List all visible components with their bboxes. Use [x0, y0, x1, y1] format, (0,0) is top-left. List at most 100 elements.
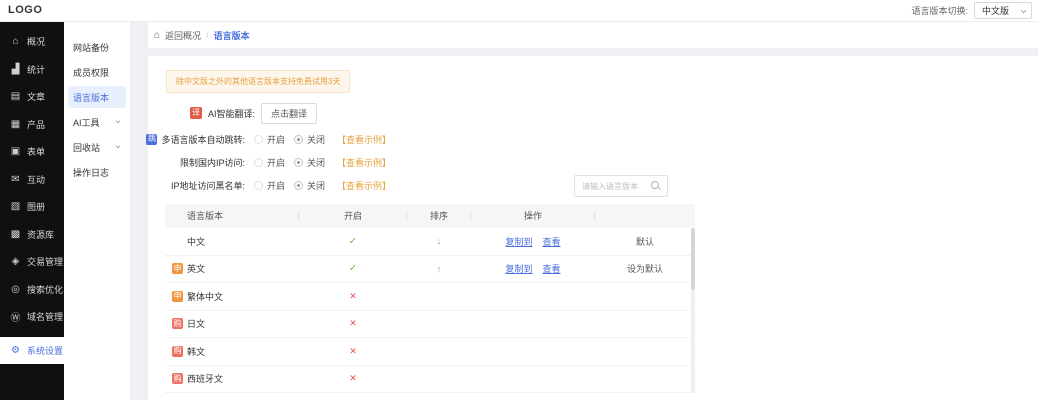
trial-notice-banner: 除中文版之外的其他语言版本支持免费试用3天 [166, 70, 350, 93]
radio-off-label[interactable]: 关闭 [307, 179, 325, 192]
sidebar-item-library[interactable]: ▩ 资源库 [0, 221, 64, 249]
language-name: 繁体中文 [187, 290, 223, 303]
sidebar-item-label: 表单 [27, 145, 45, 158]
radio-on-label[interactable]: 开启 [267, 133, 285, 146]
radio-off-label[interactable]: 关闭 [307, 133, 325, 146]
top-bar: LOGO 语言版本切换: 中文版 [0, 0, 1038, 22]
app-window: LOGO 语言版本切换: 中文版 ⌂概况▟统计▤文章▦产品 ▣ 表单 ✉ 互动 ▧图册 ▩ 资… [0, 0, 1038, 400]
language-switch-label: 语言版本切换: [911, 4, 968, 17]
language-badge-icon: 申 [172, 263, 183, 274]
language-name: 西班牙文 [187, 372, 223, 385]
language-badge-icon: 购 [172, 373, 183, 384]
sidebar-item-albums[interactable]: ▧图册 [0, 193, 64, 221]
table-row: 申英文 ✓↑ 复制到查看 设为默认 [165, 256, 695, 284]
sort-arrow-icon[interactable]: ↑ [407, 264, 471, 274]
disabled-cross-icon: ✕ [299, 318, 407, 329]
disabled-cross-icon: ✕ [299, 373, 407, 384]
home-icon: ⌂ [9, 36, 22, 47]
sidebar-item-label: 互动 [27, 173, 45, 186]
radio-off-limit-cn-ip[interactable] [294, 158, 303, 167]
language-name: 日文 [187, 317, 205, 330]
enabled-check-icon: ✓ [299, 263, 407, 274]
table-header-row: 语言版本开启排序操作 [165, 204, 695, 228]
language-badge-icon: 购 [172, 346, 183, 357]
op-link[interactable]: 查看 [543, 235, 561, 248]
sidebar-item-overview[interactable]: ⌂概况 [0, 28, 64, 56]
briefcase-icon: ◈ [9, 256, 22, 267]
library-icon: ▩ [9, 229, 22, 240]
sidebar-item-products[interactable]: ▦产品 [0, 111, 64, 139]
gear-icon: ⚙ [9, 345, 22, 356]
radio-on-label[interactable]: 开启 [267, 156, 285, 169]
ai-translate-label: AI智能翻译: [208, 107, 255, 120]
sidebar-item-label: 交易管理 [27, 255, 63, 268]
language-switch-group: 语言版本切换: 中文版 [911, 2, 1032, 19]
sidebar-item-forms[interactable]: ▣ 表单 [0, 138, 64, 166]
op-link[interactable]: 查看 [543, 262, 561, 275]
sort-arrow-icon[interactable]: ↓ [407, 236, 471, 246]
language-select-dropdown[interactable]: 中文版 [974, 2, 1032, 19]
subsidebar-item-backup[interactable]: 网站备份 [68, 36, 126, 58]
radio-on-limit-cn-ip[interactable] [254, 158, 263, 167]
default-action[interactable]: 设为默认 [595, 262, 695, 275]
sidebar-item-label: 域名管理 [27, 310, 63, 323]
radio-on-auto-redirect[interactable] [254, 135, 263, 144]
enabled-check-icon: ✓ [299, 236, 407, 247]
disabled-cross-icon: ✕ [299, 291, 407, 302]
radio-on-ip-blacklist[interactable] [254, 181, 263, 190]
table-row: 购日文 ✕ [165, 311, 695, 339]
view-example-link[interactable]: 【查看示例】 [337, 133, 391, 146]
ai-translate-icon: 译 [190, 107, 202, 119]
subsidebar-item-recycle[interactable]: 回收站 [68, 136, 126, 158]
sidebar-item-system-settings[interactable]: ⚙ 系统设置 [0, 337, 64, 364]
chevron-down-icon [1021, 8, 1027, 14]
radio-off-label[interactable]: 关闭 [307, 156, 325, 169]
subsidebar-item-members[interactable]: 成员权限 [68, 61, 126, 83]
default-action: 默认 [595, 235, 695, 248]
table-row: 申繁体中文 ✕ [165, 283, 695, 311]
sidebar-item-seo[interactable]: ◎搜索优化 [0, 276, 64, 304]
sidebar-item-label: 图册 [27, 200, 45, 213]
table-header-cell [595, 204, 695, 228]
op-link[interactable]: 复制到 [505, 235, 532, 248]
language-name: 英文 [187, 262, 205, 275]
breadcrumb-back-link[interactable]: 返回概况 [165, 29, 201, 42]
sidebar-item-articles[interactable]: ▤文章 [0, 83, 64, 111]
chart-icon: ▟ [9, 64, 22, 75]
subsidebar-item-logs[interactable]: 操作日志 [68, 161, 126, 183]
logo: LOGO [8, 4, 42, 16]
chevron-down-icon [116, 119, 121, 124]
click-translate-button[interactable]: 点击翻译 [261, 103, 317, 124]
setting-row-ip-blacklist: IP地址访问黑名单:开启关闭【查看示例】 [148, 177, 391, 193]
secondary-sidebar: 网站备份成员权限语言版本 AI工具回收站操作日志 [64, 22, 130, 400]
search-icon[interactable] [650, 180, 662, 192]
op-link[interactable]: 复制到 [505, 262, 532, 275]
subsidebar-item-ai-tools[interactable]: AI工具 [68, 111, 126, 133]
sidebar-item-label: 资源库 [27, 228, 54, 241]
sidebar-item-interact[interactable]: ✉ 互动 [0, 166, 64, 194]
language-search-input[interactable] [575, 182, 650, 191]
language-select-value: 中文版 [982, 4, 1009, 17]
radio-off-auto-redirect[interactable] [294, 135, 303, 144]
subsidebar-item-languages[interactable]: 语言版本 [68, 86, 126, 108]
radio-off-ip-blacklist[interactable] [294, 181, 303, 190]
primary-sidebar: ⌂概况▟统计▤文章▦产品 ▣ 表单 ✉ 互动 ▧图册 ▩ 资源库 ◈ 交易管理 ◎搜索优化Ⓦ域名管理… [0, 22, 64, 400]
table-header-cell: 操作 [471, 204, 595, 228]
content-card: 除中文版之外的其他语言版本支持免费试用3天 译 AI智能翻译: 点击翻译 跳多语… [148, 56, 1038, 400]
language-badge-icon: 购 [172, 318, 183, 329]
language-badge-icon: 申 [172, 291, 183, 302]
clipboard-icon: ▣ [9, 146, 22, 157]
radio-on-label[interactable]: 开启 [267, 179, 285, 192]
table-scrollbar[interactable] [691, 228, 695, 393]
main-area: ⌂ 返回概况 / 语言版本 除中文版之外的其他语言版本支持免费试用3天 译 AI… [130, 22, 1038, 400]
scrollbar-thumb[interactable] [691, 228, 695, 290]
sidebar-item-domain[interactable]: Ⓦ域名管理 [0, 303, 64, 331]
breadcrumb-current: 语言版本 [214, 29, 250, 42]
chat-icon: ✉ [9, 174, 22, 185]
view-example-link[interactable]: 【查看示例】 [337, 156, 391, 169]
table-header-cell: 语言版本 [165, 204, 299, 228]
sidebar-item-stats[interactable]: ▟统计 [0, 56, 64, 84]
breadcrumb: ⌂ 返回概况 / 语言版本 [148, 22, 1038, 48]
sidebar-item-trade[interactable]: ◈ 交易管理 [0, 248, 64, 276]
view-example-link[interactable]: 【查看示例】 [337, 179, 391, 192]
